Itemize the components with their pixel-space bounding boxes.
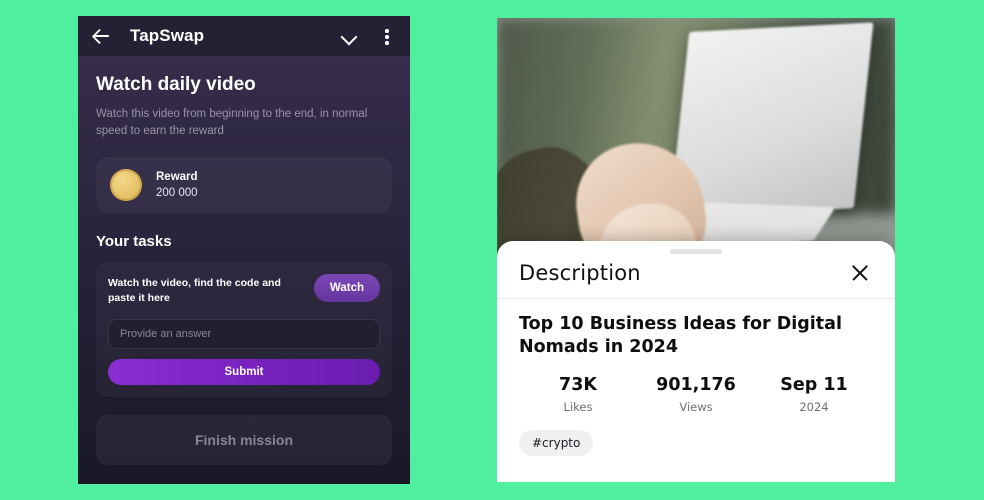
page-subtitle: Watch this video from beginning to the e… bbox=[96, 108, 368, 137]
stat-likes: 73K Likes bbox=[519, 375, 637, 414]
close-x-icon[interactable] bbox=[847, 260, 873, 286]
hashtag-pill[interactable]: #crypto bbox=[519, 430, 594, 457]
stat-views: 901,176 Views bbox=[637, 375, 755, 414]
answer-input[interactable] bbox=[108, 318, 380, 349]
stat-value: 73K bbox=[559, 375, 597, 396]
app-title: TapSwap bbox=[130, 26, 205, 45]
stat-label: 2024 bbox=[799, 400, 829, 415]
tapswap-phone-screen: TapSwap Watch daily video Watch this vid… bbox=[78, 16, 410, 484]
task-description: Watch the video, find the code and paste… bbox=[108, 277, 281, 305]
reward-text: Reward 200 000 bbox=[156, 171, 198, 199]
phone-content: Watch daily video Watch this video from … bbox=[78, 56, 410, 465]
video-title: Top 10 Business Ideas for Digital Nomads… bbox=[519, 314, 842, 358]
sheet-body: Top 10 Business Ideas for Digital Nomads… bbox=[497, 299, 895, 457]
sheet-title: Description bbox=[519, 261, 641, 285]
tag-row: #crypto bbox=[519, 430, 873, 457]
app-bar: TapSwap bbox=[78, 16, 410, 56]
sheet-header: Description bbox=[497, 254, 895, 299]
video-detail-phone-screen: Description Top 10 Business Ideas for Di… bbox=[497, 18, 895, 482]
your-tasks-heading: Your tasks bbox=[96, 233, 172, 251]
finish-mission-button[interactable]: Finish mission bbox=[96, 414, 392, 465]
gold-coin-icon bbox=[110, 169, 142, 202]
task-card: Watch the video, find the code and paste… bbox=[96, 262, 392, 396]
back-arrow-icon[interactable] bbox=[90, 24, 114, 48]
chevron-down-icon[interactable] bbox=[338, 25, 360, 47]
submit-button[interactable]: Submit bbox=[108, 358, 380, 385]
stat-value: 901,176 bbox=[656, 375, 736, 396]
stat-label: Views bbox=[679, 400, 713, 415]
watch-button[interactable]: Watch bbox=[313, 274, 380, 303]
kebab-menu-icon[interactable] bbox=[378, 25, 396, 47]
stat-date: Sep 11 2024 bbox=[755, 375, 873, 414]
stat-label: Likes bbox=[563, 400, 593, 415]
page-title: Watch daily video bbox=[96, 74, 256, 95]
stats-row: 73K Likes 901,176 Views Sep 11 2024 bbox=[519, 375, 873, 414]
task-header-row: Watch the video, find the code and paste… bbox=[108, 274, 380, 305]
reward-label: Reward bbox=[156, 171, 198, 184]
description-bottom-sheet: Description Top 10 Business Ideas for Di… bbox=[497, 241, 895, 482]
reward-value: 200 000 bbox=[156, 187, 198, 200]
reward-card: Reward 200 000 bbox=[96, 157, 392, 214]
stat-value: Sep 11 bbox=[780, 375, 848, 396]
